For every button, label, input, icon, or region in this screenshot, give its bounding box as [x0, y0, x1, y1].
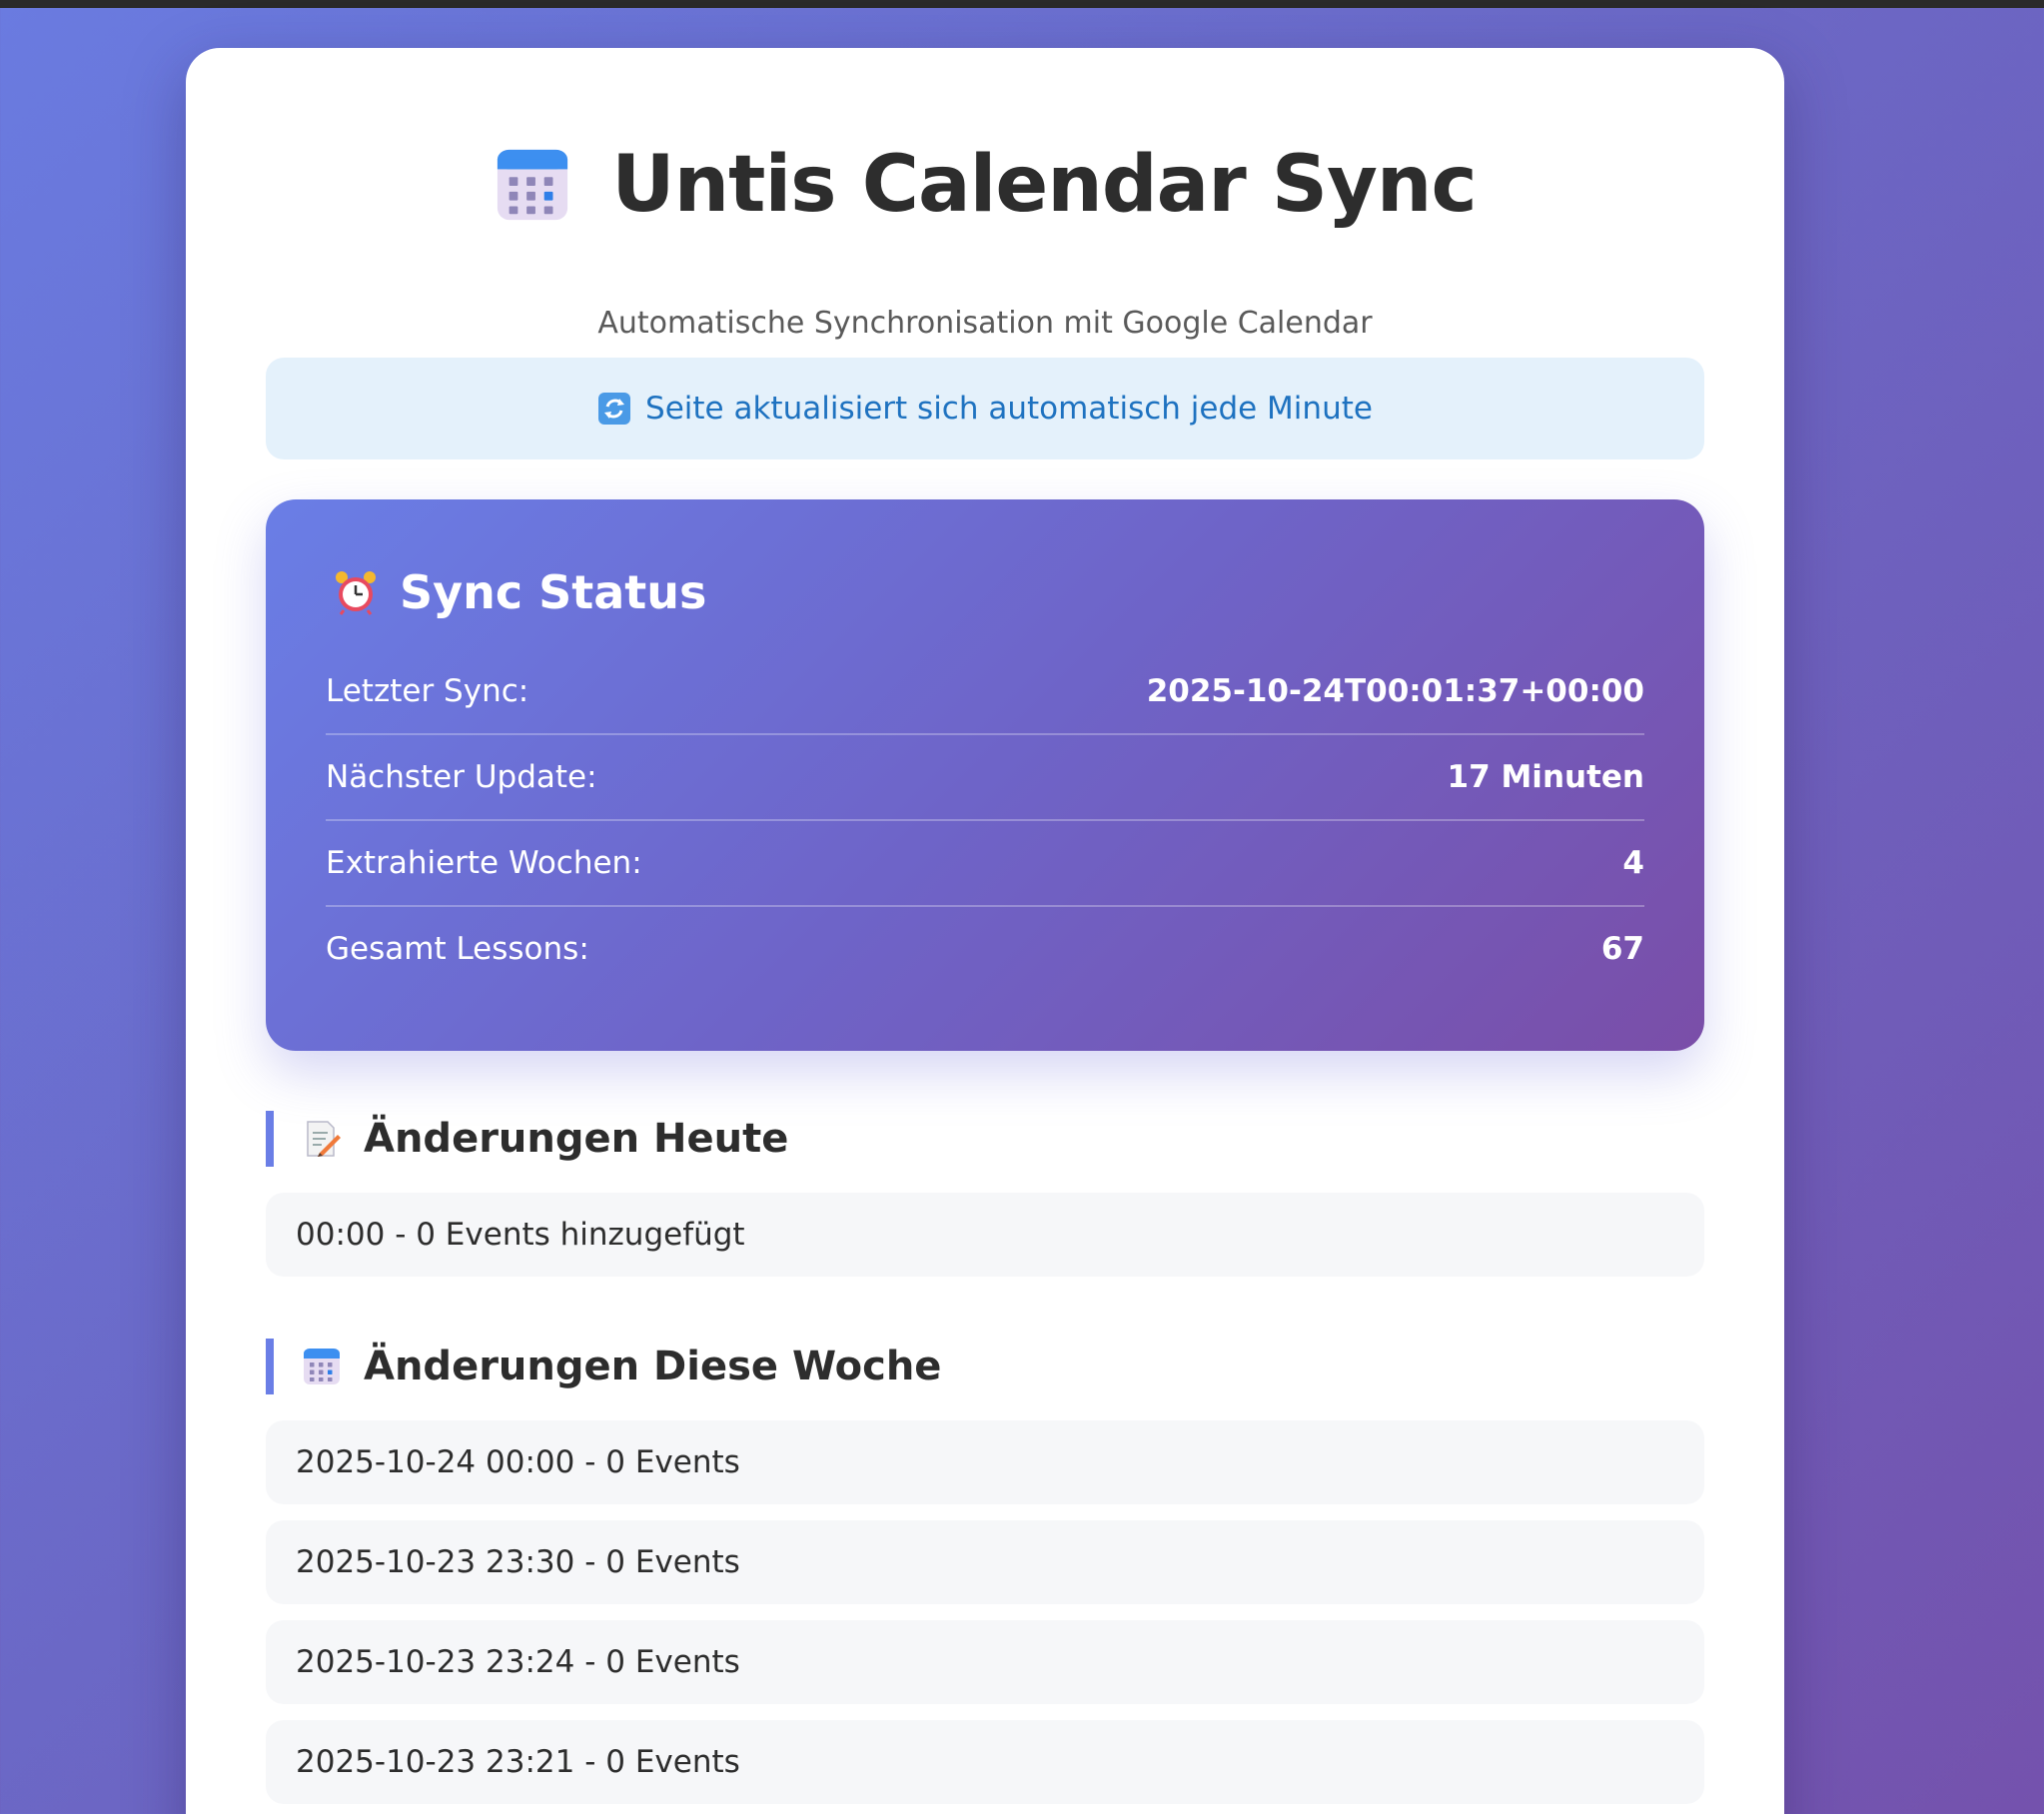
list-item: 2025-10-23 23:30 - 0 Events — [266, 1520, 1704, 1604]
memo-icon — [307, 1121, 341, 1157]
changes-week-heading: Änderungen Diese Woche — [266, 1339, 1704, 1394]
page-subtitle: Automatische Synchronisation mit Google … — [597, 306, 1373, 341]
list-item: 2025-10-24 00:00 - 0 Events — [266, 1420, 1704, 1504]
status-value: 4 — [1622, 845, 1644, 881]
changes-today-section: Änderungen Heute 00:00 - 0 Events hinzug… — [266, 1111, 1704, 1277]
status-value: 67 — [1600, 931, 1644, 967]
alarm-clock-icon — [336, 571, 376, 615]
status-row-total-lessons: Gesamt Lessons: 67 — [326, 907, 1644, 991]
status-row-last-sync: Letzter Sync: 2025-10-24T00:01:37+00:00 — [326, 649, 1644, 735]
page-title: Untis Calendar Sync — [611, 140, 1477, 230]
changes-week-section: Änderungen Diese Woche 2025-10-24 00:00 … — [266, 1339, 1704, 1804]
status-label: Letzter Sync: — [326, 673, 529, 709]
status-value: 17 Minuten — [1447, 759, 1644, 795]
window-top-bar — [0, 0, 2044, 8]
list-item: 00:00 - 0 Events hinzugefügt — [266, 1193, 1704, 1277]
status-row-extracted-weeks: Extrahierte Wochen: 4 — [326, 821, 1644, 907]
list-item: 2025-10-23 23:24 - 0 Events — [266, 1620, 1704, 1704]
sync-status-title: Sync Status — [400, 565, 707, 619]
auto-refresh-banner: Seite aktualisiert sich automatisch jede… — [266, 358, 1704, 459]
changes-week-title: Änderungen Diese Woche — [364, 1344, 942, 1389]
page-header: Untis Calendar Sync — [186, 140, 1784, 230]
refresh-icon — [598, 393, 631, 425]
status-label: Nächster Update: — [326, 759, 597, 795]
status-value: 2025-10-24T00:01:37+00:00 — [1146, 673, 1644, 709]
changes-today-heading: Änderungen Heute — [266, 1111, 1704, 1167]
auto-refresh-text: Seite aktualisiert sich automatisch jede… — [645, 391, 1373, 427]
status-label: Extrahierte Wochen: — [326, 845, 642, 881]
sync-status-heading: Sync Status — [332, 565, 706, 619]
status-label: Gesamt Lessons: — [326, 931, 589, 967]
calendar-icon — [304, 1349, 340, 1384]
calendar-icon — [498, 149, 568, 221]
changes-today-title: Änderungen Heute — [364, 1116, 789, 1162]
sync-status-rows: Letzter Sync: 2025-10-24T00:01:37+00:00 … — [326, 649, 1644, 991]
status-row-next-update: Nächster Update: 17 Minuten — [326, 735, 1644, 821]
list-item: 2025-10-23 23:21 - 0 Events — [266, 1720, 1704, 1804]
sync-status-card: Sync Status Letzter Sync: 2025-10-24T00:… — [266, 499, 1704, 1051]
main-card: Untis Calendar Sync Automatische Synchro… — [186, 48, 1784, 1814]
